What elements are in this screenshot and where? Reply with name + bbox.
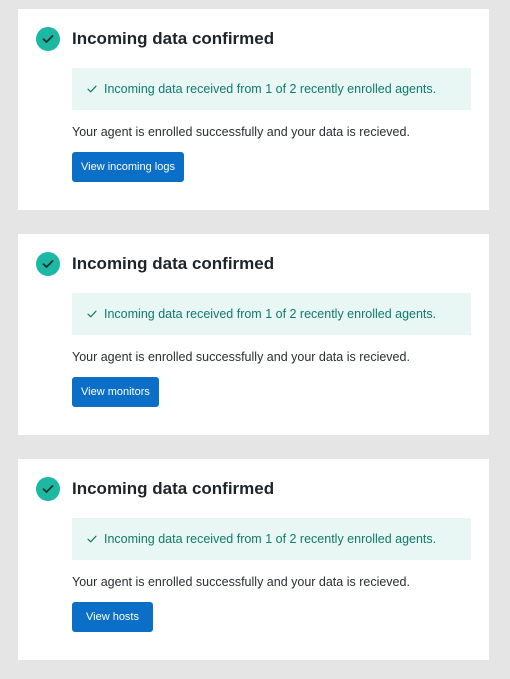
view-monitors-button[interactable]: View monitors xyxy=(72,377,159,407)
panel-description: Your agent is enrolled successfully and … xyxy=(72,575,410,589)
check-circle-icon xyxy=(36,27,60,51)
panel-title: Incoming data confirmed xyxy=(72,479,275,498)
callout-message: Incoming data received from 1 of 2 recen… xyxy=(104,532,437,546)
view-incoming-logs-button[interactable]: View incoming logs xyxy=(72,152,184,182)
success-callout: Incoming data received from 1 of 2 recen… xyxy=(72,68,471,110)
panel-title: Incoming data confirmed xyxy=(72,254,275,273)
check-circle-icon xyxy=(36,477,60,501)
callout-message: Incoming data received from 1 of 2 recen… xyxy=(104,307,437,321)
checkmark-icon xyxy=(86,83,98,95)
success-callout: Incoming data received from 1 of 2 recen… xyxy=(72,293,471,335)
check-circle-icon xyxy=(36,252,60,276)
panel-description: Your agent is enrolled successfully and … xyxy=(72,125,410,139)
incoming-data-panel-logs: Incoming data confirmed Incoming data re… xyxy=(18,9,489,210)
incoming-data-panel-monitors: Incoming data confirmed Incoming data re… xyxy=(18,234,489,435)
view-hosts-button[interactable]: View hosts xyxy=(72,602,153,632)
panel-description: Your agent is enrolled successfully and … xyxy=(72,350,410,364)
incoming-data-panel-hosts: Incoming data confirmed Incoming data re… xyxy=(18,459,489,660)
callout-message: Incoming data received from 1 of 2 recen… xyxy=(104,82,437,96)
panel-title: Incoming data confirmed xyxy=(72,29,275,48)
checkmark-icon xyxy=(86,533,98,545)
checkmark-icon xyxy=(86,308,98,320)
success-callout: Incoming data received from 1 of 2 recen… xyxy=(72,518,471,560)
